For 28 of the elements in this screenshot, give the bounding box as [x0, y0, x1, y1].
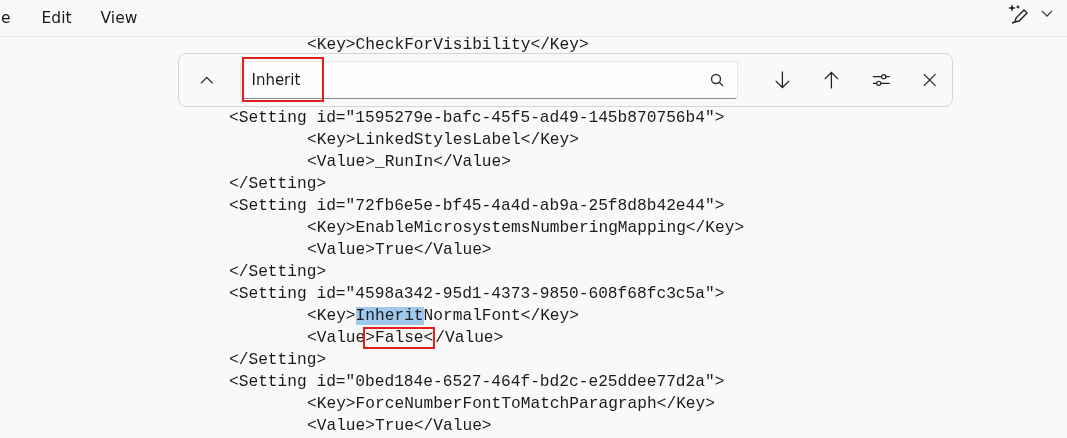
code-line: <Key>CheckForVisibility</Key> [307, 35, 589, 56]
code-line: </Setting> [229, 350, 327, 371]
code-line: <Setting id="0bed184e-6527-464f-bd2c-e25ddee77d2a"> [229, 372, 725, 393]
code-line: <Key>LinkedStylesLabel</Key> [307, 130, 579, 151]
chevron-up-icon[interactable] [200, 75, 214, 85]
arrow-down-icon[interactable] [774, 69, 792, 91]
code-line: <Setting id="4598a342-95d1-4373-9850-608f68fc3c5a"> [229, 284, 725, 305]
code-line: <Value>True</Value> [307, 416, 492, 437]
code-line: <Value>True</Value> [307, 240, 492, 261]
arrow-up-icon[interactable] [823, 69, 841, 91]
code-line: <Key>ForceNumberFontToMatchParagraph</Key> [307, 394, 715, 415]
code-line: </Setting> [229, 262, 327, 283]
search-icon[interactable] [710, 73, 725, 87]
close-icon[interactable] [922, 72, 936, 88]
code-line: <Value>_RunIn</Value> [307, 152, 511, 173]
code-line: </Setting> [229, 174, 327, 195]
code-line: <Setting id="1595279e-bafc-45f5-ad49-145b870756b4"> [229, 108, 725, 129]
menu-item[interactable]: e [1, 9, 11, 27]
code-line: <Value>False</Value> [307, 328, 504, 349]
code-line: <Setting id="72fb6e5e-bf45-4a4d-ab9a-25f8d8b42e44"> [229, 196, 725, 217]
settings-sliders-icon[interactable] [872, 71, 891, 89]
search-field[interactable]: Inherit [240, 61, 739, 99]
menu-item[interactable]: View [100, 9, 138, 27]
menu-item[interactable]: Edit [41, 9, 72, 27]
chevron-down-icon[interactable] [1041, 10, 1053, 18]
code-line: <Key>InheritNormalFont</Key> [307, 306, 579, 327]
code-line: <Key>EnableMicrosystemsNumberingMapping</Key> [307, 218, 745, 239]
sparkle-pen-icon[interactable] [1007, 3, 1029, 25]
